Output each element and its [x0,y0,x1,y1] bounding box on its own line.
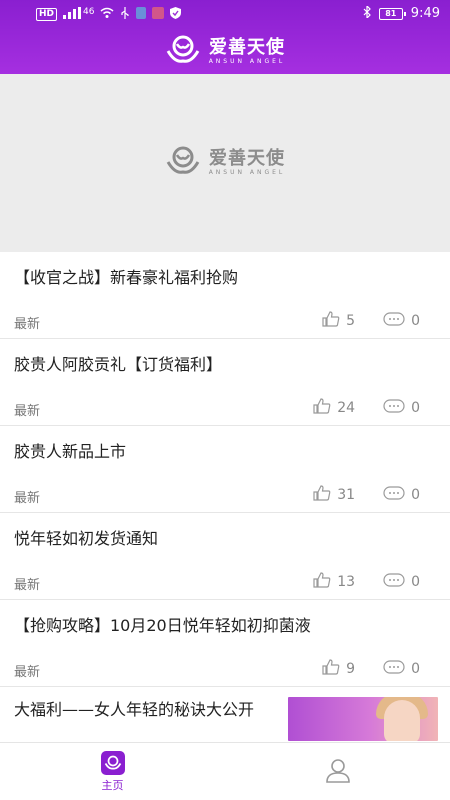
app-header: HD 46 81 9:49 爱善天使 ANSUN ANGEL [0,0,450,74]
status-bar: HD 46 81 9:49 [0,0,450,28]
ansun-logo-icon [165,35,201,69]
like-stat[interactable]: 9 [322,659,355,679]
hd-indicator: HD [36,8,58,21]
like-stat[interactable]: 31 [313,485,355,505]
comment-bubble-icon [383,486,405,504]
nav-home[interactable]: 主页 [0,743,225,800]
bottom-nav: 主页 [0,742,450,800]
article-item[interactable]: 【收官之战】新春豪礼福利抢购 最新 5 0 [0,252,450,339]
article-tag: 最新 [14,491,41,506]
article-stats: 5 0 [322,311,420,331]
like-stat[interactable]: 13 [313,572,355,592]
battery-icon: 81 [378,7,406,20]
app-notification-icon [136,7,147,22]
article-title: 胶贵人阿胶贡礼【订货福利】 [14,355,223,374]
thumbs-up-icon [313,485,331,505]
brand-subtitle: ANSUN ANGEL [208,58,286,65]
like-stat[interactable]: 5 [322,311,355,331]
article-title: 【抢购攻略】10月20日悦年轻如初抑菌液 [14,616,311,635]
user-icon [325,757,351,787]
article-tag: 最新 [14,578,41,593]
thumbs-up-icon [313,398,331,418]
article-title: 胶贵人新品上市 [14,442,127,461]
comment-count: 0 [411,313,420,329]
app-notification-icon-2 [152,7,165,22]
thumbs-up-icon [322,659,340,679]
thumbs-up-icon [322,311,340,331]
article-thumbnail [288,697,438,741]
app-logo: 爱善天使 ANSUN ANGEL [0,34,450,70]
like-count: 31 [337,487,356,503]
like-count: 24 [337,400,356,416]
clock: 9:49 [410,6,440,21]
nav-home-label: 主页 [101,779,124,792]
like-stat[interactable]: 24 [313,398,355,418]
bluetooth-icon [363,4,371,21]
article-stats: 31 0 [313,485,420,505]
banner-brand-subtitle: ANSUN ANGEL [208,169,286,176]
article-item[interactable]: 【抢购攻略】10月20日悦年轻如初抑菌液 最新 9 0 [0,600,450,687]
article-tag: 最新 [14,665,41,680]
article-tag: 最新 [14,317,41,332]
article-stats: 24 0 [313,398,420,418]
wifi-icon [100,7,114,22]
article-title: 【收官之战】新春豪礼福利抢购 [14,268,239,287]
brand-title: 爱善天使 [208,37,285,58]
thumbs-up-icon [313,572,331,592]
banner-placeholder[interactable]: 爱善天使 ANSUN ANGEL [0,74,450,252]
article-stats: 9 0 [322,659,420,679]
article-item[interactable]: 胶贵人新品上市 最新 31 0 [0,426,450,513]
comment-stat[interactable]: 0 [383,399,420,417]
comment-count: 0 [411,574,420,590]
signal-icon [63,7,82,22]
article-item[interactable]: 胶贵人阿胶贡礼【订货福利】 最新 24 0 [0,339,450,426]
comment-count: 0 [411,487,420,503]
status-bar-left: HD 46 [36,6,182,22]
shield-icon [170,7,182,22]
like-count: 5 [346,313,356,329]
article-item[interactable]: 悦年轻如初发货通知 最新 13 0 [0,513,450,600]
article-stats: 13 0 [313,572,420,592]
comment-bubble-icon [383,660,405,678]
comment-stat[interactable]: 0 [383,660,420,678]
comment-stat[interactable]: 0 [383,312,420,330]
network-type: 46 [83,6,95,17]
comment-count: 0 [411,661,420,677]
nav-profile[interactable] [225,743,450,800]
article-title: 大福利——女人年轻的秘诀大公开 [14,700,255,719]
home-logo-icon [100,751,125,775]
article-list: 【收官之战】新春豪礼福利抢购 最新 5 0 胶贵人阿胶贡礼【订货福利】 最新 2… [0,252,450,745]
like-count: 9 [346,661,356,677]
article-title: 悦年轻如初发货通知 [14,529,159,548]
usb-icon [120,7,130,22]
comment-bubble-icon [383,399,405,417]
status-bar-right: 81 9:49 [363,4,440,21]
comment-stat[interactable]: 0 [383,573,420,591]
banner-brand-title: 爱善天使 [208,148,285,169]
thumbnail-face-shape [384,700,420,741]
comment-stat[interactable]: 0 [383,486,420,504]
like-count: 13 [337,574,356,590]
comment-bubble-icon [383,573,405,591]
article-tag: 最新 [14,404,41,419]
banner-logo-icon [165,146,201,180]
article-item[interactable]: 大福利——女人年轻的秘诀大公开 [0,687,450,745]
comment-count: 0 [411,400,420,416]
comment-bubble-icon [383,312,405,330]
